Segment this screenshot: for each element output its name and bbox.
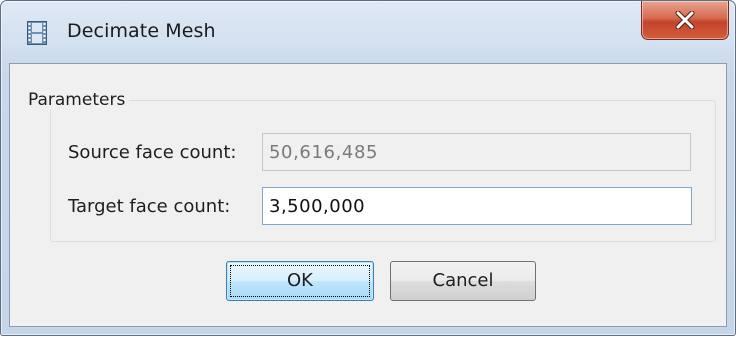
film-strip-icon	[27, 21, 47, 45]
cancel-button[interactable]: Cancel	[390, 261, 536, 301]
parameters-group-title: Parameters	[24, 90, 130, 110]
target-face-count-label: Target face count:	[68, 196, 231, 217]
close-button[interactable]	[641, 1, 729, 40]
title-bar[interactable]: Decimate Mesh	[1, 1, 735, 63]
source-face-count-field[interactable]	[262, 133, 691, 171]
close-x-icon	[675, 11, 695, 29]
source-face-count-label: Source face count:	[68, 142, 237, 163]
window-title: Decimate Mesh	[67, 20, 216, 42]
dialog-body: Parameters Source face count: Target fac…	[9, 63, 727, 327]
dialog-window: Decimate Mesh Parameters Source face cou…	[0, 0, 736, 336]
target-face-count-field[interactable]	[262, 187, 692, 225]
cancel-button-label: Cancel	[432, 270, 494, 291]
ok-button[interactable]: OK	[226, 261, 374, 301]
ok-button-label: OK	[287, 270, 313, 291]
